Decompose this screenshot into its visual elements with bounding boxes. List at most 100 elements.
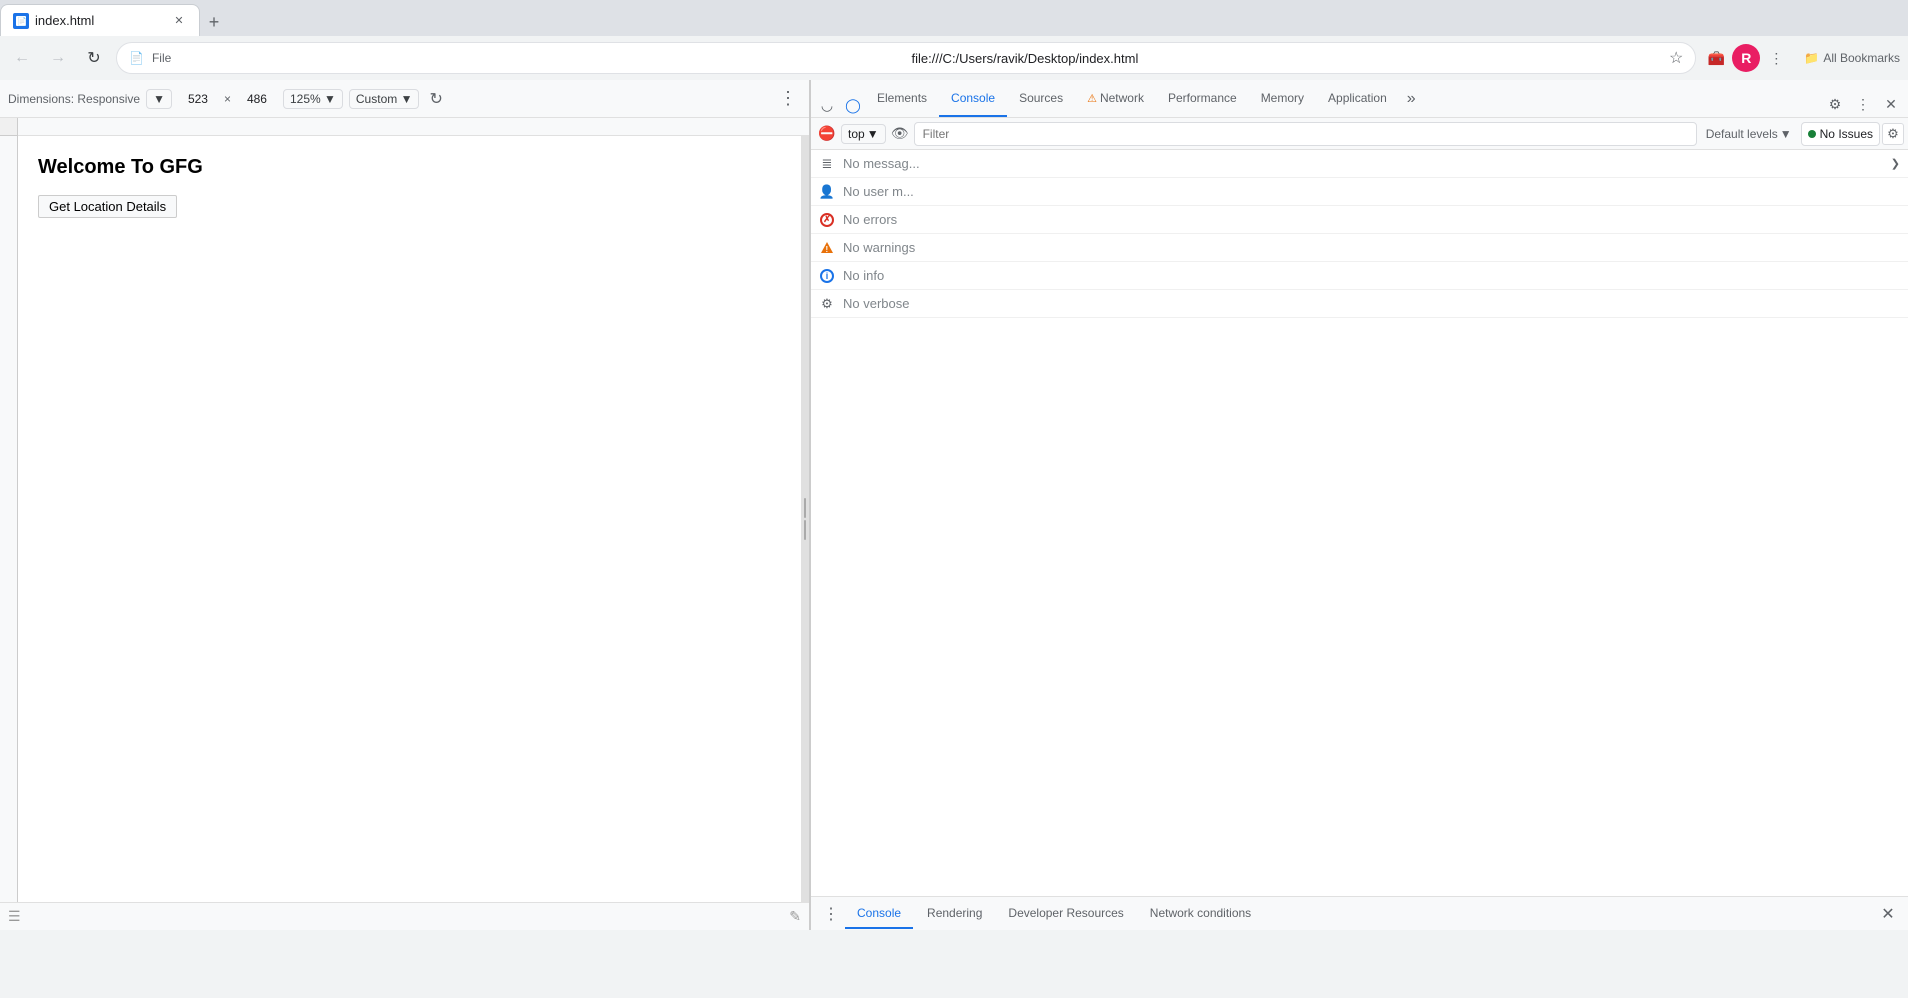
- info-icon: i: [819, 268, 835, 284]
- get-location-button[interactable]: Get Location Details: [38, 195, 177, 218]
- address-bar-icons: ☆: [1669, 48, 1683, 68]
- tab-title: index.html: [35, 13, 165, 28]
- devtools-close-button[interactable]: ✕: [1878, 91, 1904, 117]
- resize-handle[interactable]: [801, 136, 809, 902]
- log-entry-errors[interactable]: ✗ No errors: [811, 206, 1908, 234]
- page-ruler-wrapper: Welcome To GFG Get Location Details: [0, 136, 809, 902]
- log-text-warnings: No warnings: [843, 240, 915, 255]
- svg-text:📄: 📄: [17, 16, 26, 26]
- log-entry-verbose[interactable]: ⚙ No verbose: [811, 290, 1908, 318]
- zoom-value: 125%: [290, 92, 321, 106]
- no-issues-label: No Issues: [1820, 127, 1873, 141]
- url-security-icon: 📄: [129, 51, 144, 65]
- browser-window: 📄 index.html ✕ + ← → ↻ 📄 File file:///C:…: [0, 0, 1908, 930]
- back-button[interactable]: ←: [8, 44, 36, 72]
- dimensions-label: Dimensions: Responsive: [8, 92, 140, 106]
- profile-icon[interactable]: R: [1732, 44, 1760, 72]
- no-issues-button[interactable]: No Issues: [1801, 122, 1880, 146]
- tab-network[interactable]: ⚠ Network: [1075, 81, 1156, 117]
- bottom-tab-developer-resources[interactable]: Developer Resources: [996, 899, 1135, 929]
- resize-handle-icon: [804, 498, 806, 540]
- console-log-area: ≣ No messag... ❯ 👤 No user m... ✗ No err…: [811, 150, 1908, 896]
- chevron-down-icon: ▼: [153, 92, 165, 106]
- bottom-tab-console[interactable]: Console: [845, 899, 913, 929]
- bottom-tab-network-conditions[interactable]: Network conditions: [1138, 899, 1263, 929]
- list-icon: ≣: [819, 156, 835, 172]
- url-text: file:///C:/Users/ravik/Desktop/index.htm…: [911, 51, 1661, 66]
- top-label: top: [848, 127, 865, 141]
- log-entry-messages[interactable]: ≣ No messag... ❯: [811, 150, 1908, 178]
- emulation-toolbar: Dimensions: Responsive ▼ × 125% ▼ Custom…: [0, 80, 809, 118]
- tab-more[interactable]: »: [1399, 81, 1424, 117]
- bottom-edit-icon: ✎: [789, 908, 801, 925]
- log-text-info: No info: [843, 268, 884, 283]
- bottom-rendering-label: Rendering: [927, 906, 982, 920]
- warning-icon: !: [819, 240, 835, 256]
- console-clear-button[interactable]: ⛔: [815, 122, 839, 146]
- log-entry-warnings[interactable]: ! No warnings: [811, 234, 1908, 262]
- bookmarks-section: 📁 All Bookmarks: [1804, 51, 1900, 65]
- times-icon: ×: [224, 92, 231, 106]
- bottom-more-button[interactable]: ⋮: [819, 902, 843, 926]
- address-bar[interactable]: 📄 File file:///C:/Users/ravik/Desktop/in…: [116, 42, 1696, 74]
- active-tab[interactable]: 📄 index.html ✕: [0, 4, 200, 36]
- filter-input[interactable]: [914, 122, 1697, 146]
- tab-console-label: Console: [951, 91, 995, 105]
- bottom-console-label: Console: [857, 906, 901, 920]
- tab-memory[interactable]: Memory: [1249, 81, 1316, 117]
- tab-performance[interactable]: Performance: [1156, 81, 1249, 117]
- new-tab-button[interactable]: +: [200, 8, 228, 36]
- issues-settings-button[interactable]: ⚙: [1882, 123, 1904, 145]
- custom-dropdown[interactable]: Custom ▼: [349, 89, 420, 109]
- devtools-device-button[interactable]: ◯: [841, 93, 865, 117]
- tab-console[interactable]: Console: [939, 81, 1007, 117]
- log-text-messages: No messag...: [843, 156, 920, 171]
- log-text-verbose: No verbose: [843, 296, 909, 311]
- bottom-tab-rendering[interactable]: Rendering: [915, 899, 994, 929]
- forward-button[interactable]: →: [44, 44, 72, 72]
- page-bottom-bar: ☰ ✎: [0, 902, 809, 930]
- width-input[interactable]: [178, 92, 218, 106]
- toolbar-icons: 🧰 R ⋮: [1704, 44, 1788, 72]
- log-text-user: No user m...: [843, 184, 914, 199]
- tab-close-icon[interactable]: ✕: [171, 13, 187, 29]
- tab-sources[interactable]: Sources: [1007, 81, 1075, 117]
- tab-performance-label: Performance: [1168, 91, 1237, 105]
- rotate-button[interactable]: ↻: [425, 85, 446, 113]
- more-options-button[interactable]: ⋮: [775, 84, 801, 113]
- bookmarks-folder-icon: 📁: [1804, 51, 1819, 65]
- devtools-focus-button[interactable]: ⋮: [1850, 91, 1876, 117]
- height-input[interactable]: [237, 92, 277, 106]
- tab-elements[interactable]: Elements: [865, 81, 939, 117]
- chrome-menu-icon[interactable]: ⋮: [1764, 46, 1788, 70]
- log-entry-user[interactable]: 👤 No user m...: [811, 178, 1908, 206]
- address-bar-row: ← → ↻ 📄 File file:///C:/Users/ravik/Desk…: [0, 36, 1908, 80]
- devtools-inspect-button[interactable]: ◡: [815, 93, 839, 117]
- devtools-panel: ◡ ◯ Elements Console Sources ⚠ Network P…: [810, 80, 1908, 930]
- console-eye-button[interactable]: 👁: [888, 122, 912, 146]
- tab-memory-label: Memory: [1261, 91, 1304, 105]
- extensions-icon[interactable]: 🧰: [1704, 46, 1728, 70]
- bottom-developer-resources-label: Developer Resources: [1008, 906, 1123, 920]
- zoom-dropdown[interactable]: 125% ▼: [283, 89, 343, 109]
- bookmark-icon[interactable]: ☆: [1669, 48, 1683, 68]
- tab-application[interactable]: Application: [1316, 81, 1399, 117]
- default-levels-dropdown[interactable]: Default levels ▼: [1699, 124, 1799, 144]
- chevron-right-icon: ❯: [1891, 157, 1900, 170]
- network-warn-icon: ⚠: [1087, 92, 1097, 105]
- log-entry-info[interactable]: i No info: [811, 262, 1908, 290]
- top-chevron-icon: ▼: [867, 127, 879, 141]
- devtools-tab-icons: ⚙ ⋮ ✕: [1822, 91, 1908, 117]
- dimensions-dropdown[interactable]: ▼: [146, 89, 172, 109]
- tab-bar: 📄 index.html ✕ +: [0, 0, 1908, 36]
- top-dropdown[interactable]: top ▼: [841, 124, 886, 144]
- bottom-close-button[interactable]: ✕: [1876, 902, 1900, 926]
- reload-button[interactable]: ↻: [80, 44, 108, 72]
- tab-favicon: 📄: [13, 13, 29, 29]
- devtools-tabs-row: ◡ ◯ Elements Console Sources ⚠ Network P…: [811, 80, 1908, 118]
- devtools-bottom-bar: ⋮ Console Rendering Developer Resources …: [811, 896, 1908, 930]
- custom-label: Custom: [356, 92, 397, 106]
- console-toolbar: ⛔ top ▼ 👁 Default levels ▼ No Issues ⚙: [811, 118, 1908, 150]
- ruler-vertical: [0, 136, 18, 902]
- devtools-settings-button[interactable]: ⚙: [1822, 91, 1848, 117]
